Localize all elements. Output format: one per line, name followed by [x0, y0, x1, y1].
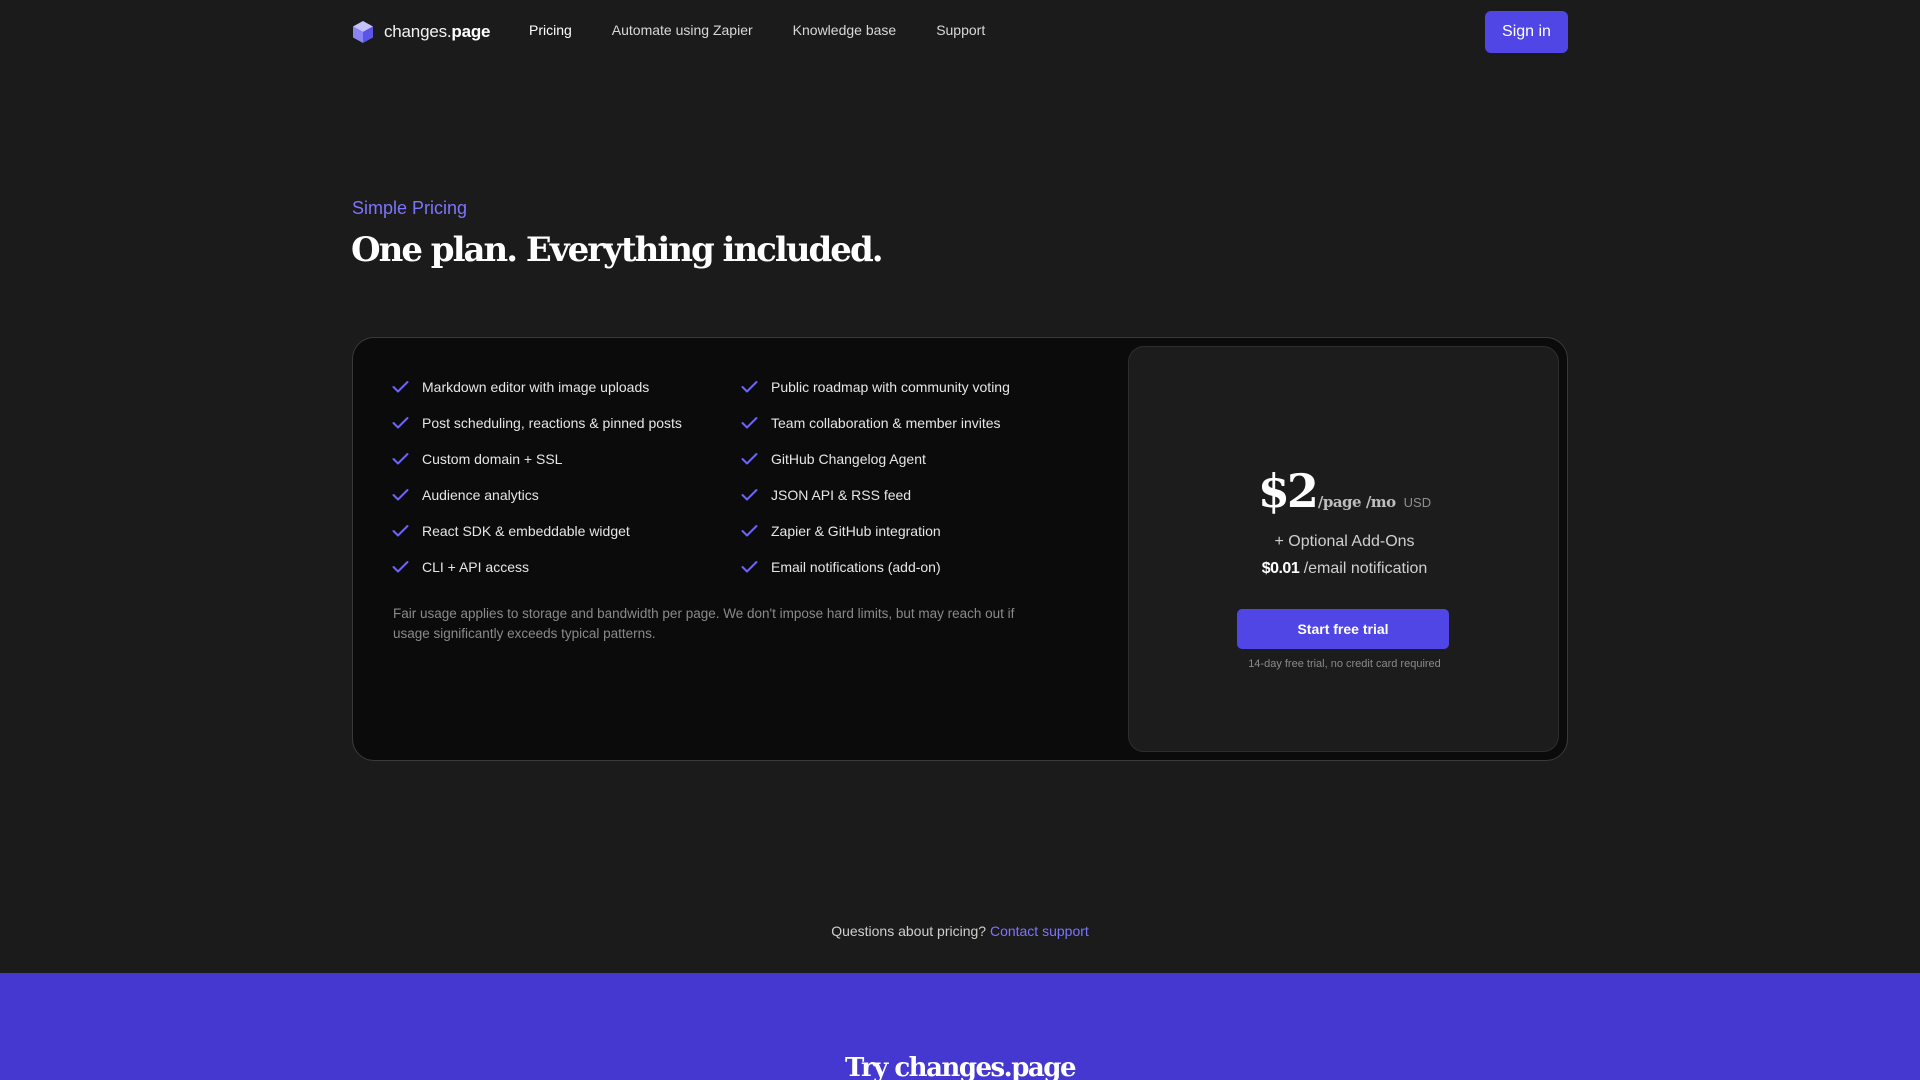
feature-item: Team collaboration & member invites — [741, 413, 1090, 433]
feature-text: React SDK & embeddable widget — [422, 523, 630, 539]
trial-note: 14-day free trial, no credit card requir… — [1248, 658, 1441, 670]
check-icon — [392, 525, 409, 537]
feature-item: React SDK & embeddable widget — [392, 521, 741, 541]
check-icon — [741, 417, 758, 429]
check-icon — [392, 489, 409, 501]
feature-text: Markdown editor with image uploads — [422, 379, 650, 395]
check-icon — [392, 561, 409, 573]
feature-item: Public roadmap with community voting — [741, 377, 1090, 397]
check-icon — [741, 453, 758, 465]
section-eyebrow: Simple Pricing — [352, 198, 468, 218]
logo-text: changes.page — [384, 22, 491, 41]
feature-text: Email notifications (add-on) — [771, 559, 941, 575]
top-navigation: changes.page Pricing Automate using Zapi… — [0, 0, 1920, 64]
feature-item: Audience analytics — [392, 485, 741, 505]
feature-text: Team collaboration & member invites — [771, 415, 1001, 431]
nav-link-knowledge-base[interactable]: Knowledge base — [793, 22, 897, 38]
check-icon — [392, 417, 409, 429]
sign-in-button[interactable]: Sign in — [1485, 11, 1568, 53]
nav-link-support[interactable]: Support — [936, 22, 985, 38]
check-icon — [392, 453, 409, 465]
price-unit: /page /mo — [1317, 493, 1396, 511]
logo-link[interactable]: changes.page — [352, 19, 490, 45]
feature-text: Public roadmap with community voting — [771, 379, 1010, 395]
feature-item: GitHub Changelog Agent — [741, 449, 1090, 469]
contact-support-link[interactable]: Contact support — [990, 923, 1089, 939]
check-icon — [741, 525, 758, 537]
price-panel: $2 /page /mo USD + Optional Add-Ons $0.0… — [1128, 346, 1559, 752]
start-free-trial-button[interactable]: Start free trial — [1237, 609, 1449, 649]
nav-link-zapier[interactable]: Automate using Zapier — [612, 22, 753, 38]
feature-item: Markdown editor with image uploads — [392, 377, 741, 397]
price-amount: $2 — [1257, 464, 1319, 518]
feature-list: Markdown editor with image uploads Publi… — [392, 377, 1102, 577]
check-icon — [392, 381, 409, 393]
page-title: One plan. Everything included. — [351, 230, 884, 270]
feature-item: Custom domain + SSL — [392, 449, 741, 469]
addons-label: + Optional Add-Ons — [1274, 533, 1415, 550]
email-addon-price: $0.01 /email notification — [1129, 560, 1560, 578]
feature-item: Zapier & GitHub integration — [741, 521, 1090, 541]
feature-item: Post scheduling, reactions & pinned post… — [392, 413, 741, 433]
pricing-questions: Questions about pricing? Contact support — [0, 923, 1920, 939]
feature-text: Post scheduling, reactions & pinned post… — [422, 415, 682, 431]
feature-text: GitHub Changelog Agent — [771, 451, 926, 467]
check-icon — [741, 489, 758, 501]
nav-link-pricing[interactable]: Pricing — [529, 22, 572, 38]
cube-icon — [353, 21, 373, 43]
feature-item: CLI + API access — [392, 557, 741, 577]
feature-text: JSON API & RSS feed — [771, 487, 912, 503]
questions-text: Questions about pricing? — [831, 923, 987, 939]
feature-text: CLI + API access — [422, 559, 529, 575]
check-icon — [741, 561, 758, 573]
cta-title: Try changes.page — [845, 1053, 1076, 1080]
feature-text: Audience analytics — [422, 487, 539, 503]
feature-text: Custom domain + SSL — [422, 451, 563, 467]
feature-text: Zapier & GitHub integration — [771, 523, 941, 539]
nav-links: Pricing Automate using Zapier Knowledge … — [529, 22, 985, 38]
feature-item: Email notifications (add-on) — [741, 557, 1090, 577]
check-icon — [741, 381, 758, 393]
price-row: $2 /page /mo USD — [1129, 464, 1560, 518]
cta-band: Try changes.page — [0, 973, 1920, 1080]
email-price-unit: /email notification — [1303, 560, 1428, 577]
email-price-amount: $0.01 — [1261, 560, 1300, 577]
fair-usage-note: Fair usage applies to storage and bandwi… — [393, 606, 1015, 641]
feature-item: JSON API & RSS feed — [741, 485, 1090, 505]
price-currency: USD — [1403, 495, 1432, 510]
